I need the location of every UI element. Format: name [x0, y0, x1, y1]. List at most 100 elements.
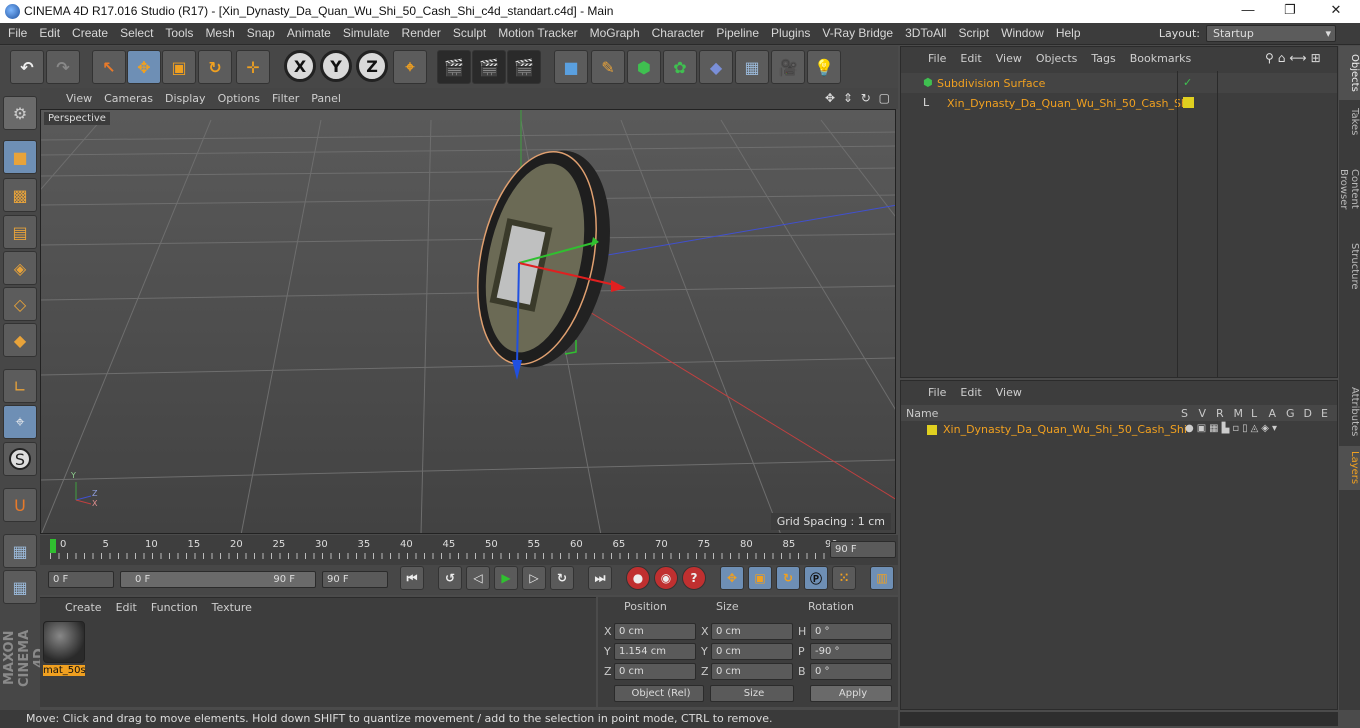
workplane-lock-button[interactable]: ▦ [3, 534, 37, 568]
layer-row[interactable]: Xin_Dynasty_Da_Quan_Wu_Shi_50_Cash_Shi ●… [901, 421, 1337, 439]
edges-mode-button[interactable]: ◇ [3, 287, 37, 321]
previous-frame-button[interactable]: ◁ [466, 566, 490, 590]
model-mode-button[interactable]: ■ [3, 140, 37, 174]
move-tool-button[interactable]: ✥ [127, 50, 161, 84]
live-selection-button[interactable]: ↖ [92, 50, 126, 84]
key-scale-button[interactable]: ▣ [748, 566, 772, 590]
magnet-tool-button[interactable]: U [3, 488, 37, 522]
floor-object-button[interactable]: ▦ [735, 50, 769, 84]
menu-tools[interactable]: Tools [159, 23, 199, 44]
tweak-mode-button[interactable]: ⌖ [3, 405, 37, 439]
layer-col-header[interactable]: V [1199, 407, 1207, 420]
object-row-coin[interactable]: L Xin_Dynasty_Da_Quan_Wu_Shi_50_Cash_Shi [901, 93, 1337, 113]
layer-col-header[interactable]: E [1321, 407, 1328, 420]
object-menu-edit[interactable]: Edit [953, 49, 988, 69]
menu-render[interactable]: Render [396, 23, 447, 44]
layer-col-header[interactable]: A [1269, 407, 1277, 420]
object-menu-view[interactable]: View [989, 49, 1029, 69]
workplane-rotate-button[interactable]: ▦ [3, 570, 37, 604]
key-position-button[interactable]: ✥ [720, 566, 744, 590]
material-menu-function[interactable]: Function [144, 598, 205, 618]
tab-content-browser[interactable]: Content Browser [1338, 144, 1360, 234]
menu-mograph[interactable]: MoGraph [584, 23, 646, 44]
x-axis-lock-button[interactable]: X [284, 50, 316, 82]
rotation-field[interactable]: 0 ° [810, 623, 892, 640]
viewport-menu-view[interactable]: View [60, 88, 98, 109]
menu-v-ray-bridge[interactable]: V-Ray Bridge [816, 23, 899, 44]
menu-pipeline[interactable]: Pipeline [710, 23, 765, 44]
next-frame-button[interactable]: ▷ [522, 566, 546, 590]
object-menu-objects[interactable]: Objects [1029, 49, 1085, 69]
layer-flags-icons[interactable]: ●▣▦▙▫▯◬◈▾ [1185, 423, 1280, 434]
material-swatch[interactable]: mat_50s [43, 621, 86, 679]
viewport-menu-cameras[interactable]: Cameras [98, 88, 159, 109]
axis-mode-button[interactable]: ∟ [3, 369, 37, 403]
size-field[interactable]: 0 cm [711, 623, 793, 640]
object-menu-file[interactable]: File [921, 49, 953, 69]
tab-attributes[interactable]: Attributes [1339, 380, 1360, 444]
make-editable-button[interactable]: ⚙ [3, 96, 37, 130]
workplane-mode-button[interactable]: ▤ [3, 215, 37, 249]
play-button[interactable]: ▶ [494, 566, 518, 590]
size-mode-dropdown[interactable]: Size [710, 685, 794, 702]
undo-button[interactable]: ↶ [10, 50, 44, 84]
previous-key-button[interactable]: ↺ [438, 566, 462, 590]
scale-tool-button[interactable]: ▣ [162, 50, 196, 84]
current-time-field[interactable]: 0 F [48, 571, 114, 588]
render-view-button[interactable]: 🎬 [437, 50, 471, 84]
key-parameter-button[interactable]: Ⓟ [804, 566, 828, 590]
menu-sculpt[interactable]: Sculpt [447, 23, 492, 44]
tab-takes[interactable]: Takes [1339, 102, 1360, 142]
menu-file[interactable]: File [2, 23, 33, 44]
object-row-subdivision[interactable]: ⬢ Subdivision Surface ✓ [901, 73, 1337, 93]
menu-plugins[interactable]: Plugins [765, 23, 816, 44]
layer-col-header[interactable]: R [1216, 407, 1224, 420]
mograph-cloner-button[interactable]: ✿ [663, 50, 697, 84]
viewport-menu-display[interactable]: Display [159, 88, 212, 109]
menu-create[interactable]: Create [66, 23, 114, 44]
preview-range-slider[interactable]: 0 F 90 F [120, 571, 316, 588]
close-button[interactable]: ✕ [1316, 2, 1356, 20]
render-picture-viewer-button[interactable]: 🎬 [472, 50, 506, 84]
polygons-mode-button[interactable]: ◆ [3, 323, 37, 357]
coordinate-mode-dropdown[interactable]: Object (Rel) [614, 685, 704, 702]
position-field[interactable]: 0 cm [614, 663, 696, 680]
menu-animate[interactable]: Animate [281, 23, 337, 44]
viewport-menu-panel[interactable]: Panel [305, 88, 347, 109]
viewport-menu-options[interactable]: Options [212, 88, 266, 109]
size-field[interactable]: 0 cm [711, 663, 793, 680]
layout-dropdown[interactable]: Startup ▾ [1206, 25, 1336, 42]
object-menu-bookmarks[interactable]: Bookmarks [1123, 49, 1198, 69]
menu-character[interactable]: Character [646, 23, 711, 44]
menu-motion-tracker[interactable]: Motion Tracker [492, 23, 583, 44]
layer-menu-file[interactable]: File [921, 383, 953, 403]
record-keys-button[interactable]: ● [626, 566, 650, 590]
menu-select[interactable]: Select [114, 23, 159, 44]
tab-structure[interactable]: Structure [1339, 236, 1360, 296]
coordinate-system-button[interactable]: ⌖ [393, 50, 427, 84]
material-menu-texture[interactable]: Texture [205, 598, 259, 618]
add-object-button[interactable]: ✛ [236, 50, 270, 84]
rotation-field[interactable]: 0 ° [810, 663, 892, 680]
max-time-field[interactable]: 90 F [322, 571, 388, 588]
render-settings-button[interactable]: 🎬 [507, 50, 541, 84]
texture-mode-button[interactable]: ▩ [3, 178, 37, 212]
camera-object-button[interactable]: 🎥 [771, 50, 805, 84]
points-mode-button[interactable]: ◈ [3, 251, 37, 285]
rotation-field[interactable]: -90 ° [810, 643, 892, 660]
apply-button[interactable]: Apply [810, 685, 892, 702]
menu-3dtoall[interactable]: 3DToAll [899, 23, 952, 44]
redo-button[interactable]: ↷ [46, 50, 80, 84]
menu-window[interactable]: Window [995, 23, 1050, 44]
layer-col-header[interactable]: S [1181, 407, 1188, 420]
menu-mesh[interactable]: Mesh [199, 23, 240, 44]
horizontal-scrollbar[interactable] [900, 712, 1338, 726]
object-menu-tags[interactable]: Tags [1084, 49, 1122, 69]
pen-spline-button[interactable]: ✎ [591, 50, 625, 84]
menu-edit[interactable]: Edit [33, 23, 66, 44]
coin-model[interactable] [460, 139, 629, 379]
rotate-tool-button[interactable]: ↻ [198, 50, 232, 84]
viewport-nav-icons[interactable]: ✥ ⇕ ↻ ▢ [825, 91, 892, 105]
go-to-start-button[interactable]: ⏮ [400, 566, 424, 590]
deformer-button[interactable]: ◆ [699, 50, 733, 84]
